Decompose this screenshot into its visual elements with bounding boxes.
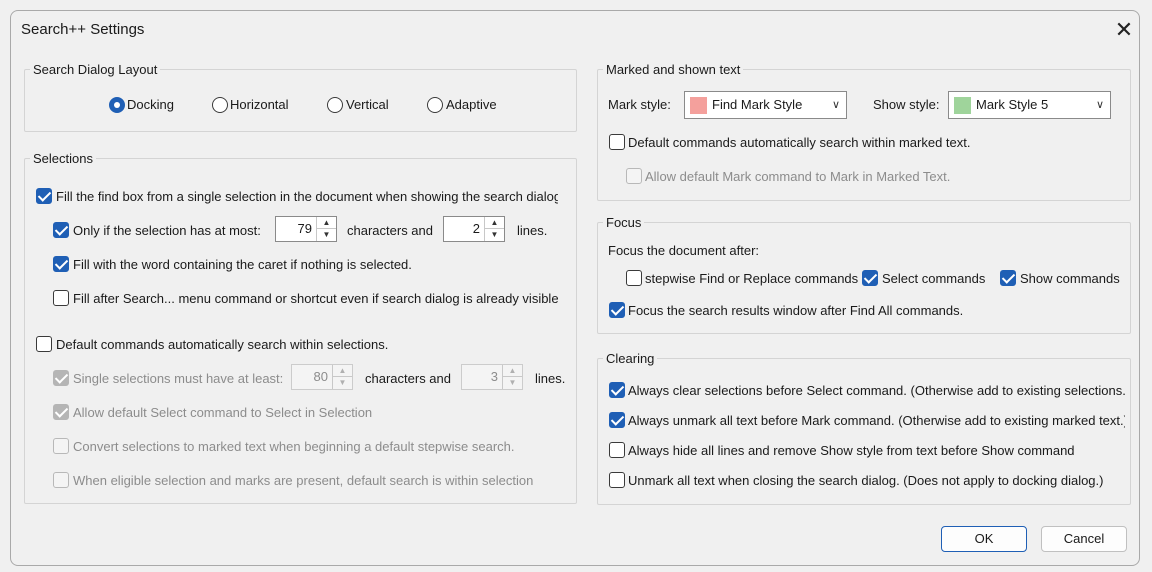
mark-style-select[interactable]: Find Mark Style ∨ [684, 91, 847, 119]
focus-select-label[interactable]: Select commands [882, 271, 985, 286]
min-lines-stepper[interactable]: 3 ▲ ▼ [461, 364, 523, 390]
allow-mark-label[interactable]: Allow default Mark command to Mark in Ma… [645, 169, 950, 184]
min-lines-up-icon[interactable]: ▲ [503, 365, 522, 377]
radio-adaptive-label[interactable]: Adaptive [446, 97, 497, 112]
fill-after-label[interactable]: Fill after Search... menu command or sho… [73, 291, 558, 306]
max-lines-stepper[interactable]: 2 ▲ ▼ [443, 216, 505, 242]
radio-horizontal-label[interactable]: Horizontal [230, 97, 289, 112]
allow-select-checkbox[interactable] [53, 404, 69, 420]
focus-group-label: Focus [603, 215, 645, 230]
single-min-checkbox[interactable] [53, 370, 69, 386]
focus-after-label: Focus the document after: [608, 243, 760, 258]
hide-lines-label[interactable]: Always hide all lines and remove Show st… [628, 443, 1075, 458]
min-chars-up-icon[interactable]: ▲ [333, 365, 352, 377]
unmark-on-close-label[interactable]: Unmark all text when closing the search … [628, 473, 1125, 488]
focus-results-checkbox[interactable] [609, 302, 625, 318]
show-style-select[interactable]: Mark Style 5 ∨ [948, 91, 1111, 119]
hide-lines-checkbox[interactable] [609, 442, 625, 458]
max-chars-up-icon[interactable]: ▲ [317, 217, 336, 229]
min-lines-down-icon[interactable]: ▼ [503, 377, 522, 389]
focus-stepwise-label[interactable]: stepwise Find or Replace commands [645, 271, 858, 286]
eligible-checkbox[interactable] [53, 472, 69, 488]
single-min-label[interactable]: Single selections must have at least: [73, 371, 283, 386]
radio-docking[interactable] [109, 97, 125, 113]
convert-label[interactable]: Convert selections to marked text when b… [73, 439, 515, 454]
min-chars-value: 80 [313, 369, 328, 384]
unmark-before-mark-label[interactable]: Always unmark all text before Mark comma… [628, 413, 1125, 428]
allow-select-label[interactable]: Allow default Select command to Select i… [73, 405, 372, 420]
allow-mark-checkbox[interactable] [626, 168, 642, 184]
min-lines-unit: lines. [535, 371, 566, 386]
show-style-swatch [954, 97, 971, 114]
clearing-group-label: Clearing [603, 351, 658, 366]
close-icon[interactable]: ✕ [1109, 16, 1139, 44]
unmark-on-close-checkbox[interactable] [609, 472, 625, 488]
clear-selections-label[interactable]: Always clear selections before Select co… [628, 383, 1125, 398]
max-chars-value: 79 [297, 221, 312, 236]
focus-stepwise-checkbox[interactable] [626, 270, 642, 286]
default-marked-checkbox[interactable] [609, 134, 625, 150]
min-chars-unit: characters and [365, 371, 451, 386]
only-if-checkbox[interactable] [53, 222, 69, 238]
min-chars-down-icon[interactable]: ▼ [333, 377, 352, 389]
fill-word-checkbox[interactable] [53, 256, 69, 272]
mark-style-value: Find Mark Style [712, 97, 803, 112]
radio-vertical-label[interactable]: Vertical [346, 97, 389, 112]
radio-adaptive[interactable] [427, 97, 443, 113]
dialog-title: Search++ Settings [21, 21, 145, 38]
focus-select-checkbox[interactable] [862, 270, 878, 286]
layout-group-label: Search Dialog Layout [30, 62, 161, 77]
convert-checkbox[interactable] [53, 438, 69, 454]
mark-style-label: Mark style: [608, 97, 671, 112]
radio-vertical[interactable] [327, 97, 343, 113]
max-lines-value: 2 [472, 221, 480, 236]
default-within-selections-checkbox[interactable] [36, 336, 52, 352]
eligible-label[interactable]: When eligible selection and marks are pr… [73, 473, 533, 488]
fill-find-box-checkbox[interactable] [36, 188, 52, 204]
max-chars-stepper[interactable]: 79 ▲ ▼ [275, 216, 337, 242]
fill-after-checkbox[interactable] [53, 290, 69, 306]
mark-style-swatch [690, 97, 707, 114]
radio-horizontal[interactable] [212, 97, 228, 113]
default-within-selections-label[interactable]: Default commands automatically search wi… [56, 337, 388, 352]
marked-group-label: Marked and shown text [603, 62, 744, 77]
default-marked-label[interactable]: Default commands automatically search wi… [628, 135, 970, 150]
settings-dialog: Search++ Settings ✕ Search Dialog Layout… [10, 10, 1140, 566]
selections-group-label: Selections [30, 151, 96, 166]
max-lines-up-icon[interactable]: ▲ [485, 217, 504, 229]
only-if-label[interactable]: Only if the selection has at most: [73, 223, 261, 238]
unmark-before-mark-checkbox[interactable] [609, 412, 625, 428]
chevron-down-icon: ∨ [1095, 99, 1104, 111]
focus-show-checkbox[interactable] [1000, 270, 1016, 286]
max-chars-down-icon[interactable]: ▼ [317, 229, 336, 241]
show-style-value: Mark Style 5 [976, 97, 1049, 112]
min-chars-stepper[interactable]: 80 ▲ ▼ [291, 364, 353, 390]
radio-docking-label[interactable]: Docking [127, 97, 174, 112]
focus-show-label[interactable]: Show commands [1020, 271, 1120, 286]
show-style-label: Show style: [873, 97, 940, 112]
clear-selections-checkbox[interactable] [609, 382, 625, 398]
min-lines-value: 3 [490, 369, 498, 384]
max-lines-down-icon[interactable]: ▼ [485, 229, 504, 241]
chevron-down-icon: ∨ [831, 99, 840, 111]
max-chars-unit: characters and [347, 223, 433, 238]
ok-button[interactable]: OK [941, 526, 1027, 552]
cancel-button[interactable]: Cancel [1041, 526, 1127, 552]
focus-results-label[interactable]: Focus the search results window after Fi… [628, 303, 963, 318]
fill-find-box-label[interactable]: Fill the find box from a single selectio… [56, 189, 558, 204]
max-lines-unit: lines. [517, 223, 548, 238]
fill-word-label[interactable]: Fill with the word containing the caret … [73, 257, 412, 272]
